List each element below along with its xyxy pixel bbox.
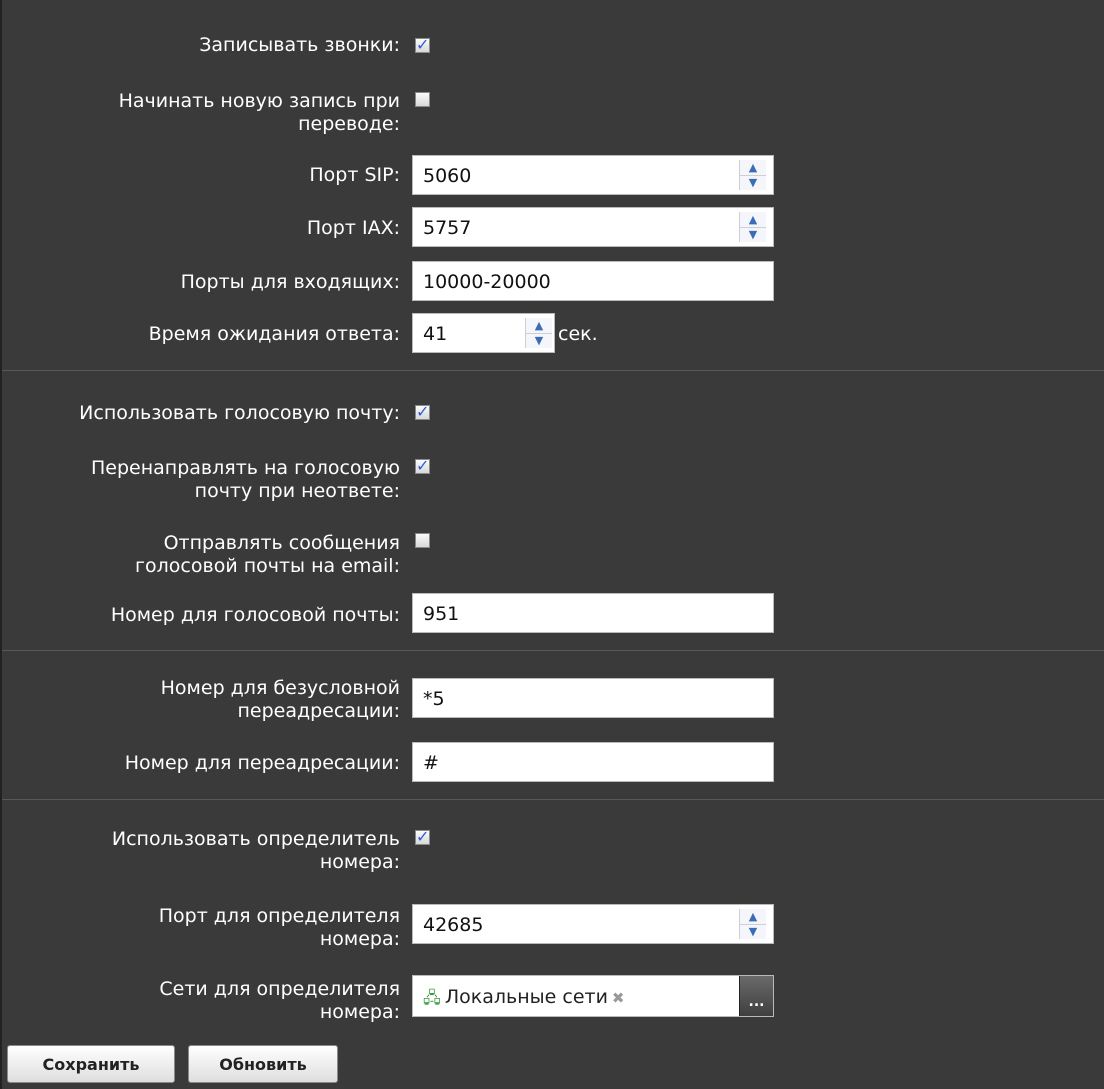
caller-id-port-field[interactable]: 42685 ▲ ▼ [412,904,774,944]
voicemail-number-value: 951 [423,603,460,625]
spinner-down-icon[interactable]: ▼ [740,227,766,242]
network-tag-label: Локальные сети [444,986,608,1008]
section-divider [2,650,1104,651]
redirect-voicemail-label-line1: Перенаправлять на голосовую [91,457,400,479]
answer-timeout-unit: сек. [558,323,598,345]
new-record-label-line1: Начинать новую запись при [118,90,400,112]
sip-port-spinner[interactable]: ▲ ▼ [739,160,766,190]
caller-id-networks-label-line2: номера: [319,1001,400,1023]
new-record-checkbox[interactable] [415,92,430,107]
spinner-up-icon[interactable]: ▲ [740,212,766,228]
use-caller-id-checkbox[interactable] [415,827,430,847]
forward-number-label: Номер для переадресации: [124,752,400,774]
forward-number-input[interactable]: # [412,742,774,782]
incoming-ports-input[interactable]: 10000-20000 [412,261,774,301]
caller-id-networks-label-line1: Сети для определителя [159,978,400,1000]
forward-number-value: # [423,752,439,774]
spinner-down-icon[interactable]: ▼ [740,924,766,939]
send-voicemail-email-label-line1: Отправлять сообщения [163,532,400,554]
unconditional-forward-label-line1: Номер для безусловной [160,677,400,699]
network-icon: 🖧 [423,988,441,1007]
sip-port-value: 5060 [423,165,472,187]
unconditional-forward-label-line2: переадресации: [237,700,400,722]
spinner-down-icon[interactable]: ▼ [526,333,552,348]
save-button[interactable]: Сохранить [7,1045,175,1083]
caller-id-port-spinner[interactable]: ▲ ▼ [739,909,766,939]
send-voicemail-email-label-line2: голосовой почты на email: [135,555,400,577]
use-caller-id-label-line1: Использовать определитель [111,828,400,850]
section-divider [2,370,1104,371]
record-calls-checkbox[interactable] [415,35,430,55]
caller-id-port-label-line2: номера: [319,928,400,950]
answer-timeout-field[interactable]: 41 ▲ ▼ [412,313,555,353]
spinner-up-icon[interactable]: ▲ [740,160,766,176]
redirect-voicemail-checkbox[interactable] [415,456,430,476]
use-voicemail-label: Использовать голосовую почту: [79,402,400,424]
redirect-voicemail-label-line2: почту при неответе: [194,480,400,502]
unconditional-forward-value: *5 [423,688,445,710]
section-divider [2,799,1104,800]
spinner-up-icon[interactable]: ▲ [740,909,766,925]
caller-id-port-value: 42685 [423,914,484,936]
send-voicemail-email-checkbox[interactable] [415,533,430,548]
answer-timeout-spinner[interactable]: ▲ ▼ [525,318,552,348]
sip-port-field[interactable]: 5060 ▲ ▼ [412,155,774,195]
incoming-ports-value: 10000-20000 [423,271,551,293]
iax-port-field[interactable]: 5757 ▲ ▼ [412,207,774,247]
use-caller-id-label-line2: номера: [319,851,400,873]
answer-timeout-value: 41 [423,323,448,345]
use-voicemail-checkbox[interactable] [415,402,430,422]
iax-port-label: Порт IAX: [306,217,400,239]
answer-timeout-label: Время ожидания ответа: [148,323,400,345]
new-record-label-line2: переводе: [298,113,400,135]
refresh-button[interactable]: Обновить [188,1045,338,1083]
voicemail-number-label: Номер для голосовой почты: [110,604,400,626]
caller-id-networks-field[interactable]: 🖧 Локальные сети ✖ ... [412,975,774,1017]
settings-panel: Записывать звонки: Начинать новую запись… [0,0,1104,1089]
spinner-up-icon[interactable]: ▲ [526,318,552,334]
incoming-ports-label: Порты для входящих: [180,271,400,293]
remove-tag-icon[interactable]: ✖ [612,989,625,1007]
unconditional-forward-input[interactable]: *5 [412,678,774,718]
voicemail-number-input[interactable]: 951 [412,593,774,633]
caller-id-port-label-line1: Порт для определителя [158,905,400,927]
sip-port-label: Порт SIP: [309,164,400,186]
spinner-down-icon[interactable]: ▼ [740,175,766,190]
network-tag: 🖧 Локальные сети ✖ [423,985,625,1010]
iax-port-spinner[interactable]: ▲ ▼ [739,212,766,242]
iax-port-value: 5757 [423,217,472,239]
record-calls-label: Записывать звонки: [199,34,400,56]
ellipsis-picker-button[interactable]: ... [739,976,773,1016]
